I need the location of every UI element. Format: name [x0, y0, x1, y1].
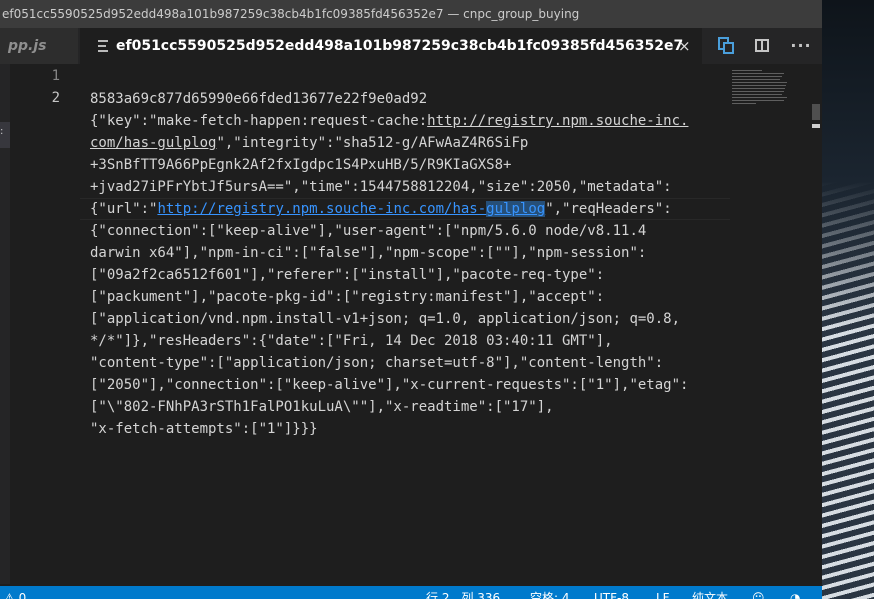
code-line: "content-type":["application/json; chars… — [90, 355, 664, 371]
scrollbar-cursor-marker — [812, 124, 820, 128]
minimap[interactable] — [732, 68, 802, 108]
tab-label: pp.js — [8, 38, 47, 54]
sidebar-more-icon: : — [0, 126, 4, 137]
code-link[interactable]: com/has-gulplog — [90, 135, 216, 151]
code-text: {"url":" — [90, 201, 158, 217]
indentation[interactable]: 空格: 4 — [530, 586, 570, 599]
bell-icon[interactable]: ◔ — [790, 586, 800, 599]
cursor-position[interactable]: 行 2，列 336 — [426, 586, 500, 599]
status-bar: ⚠ 0 行 2，列 336 空格: 4 UTF-8 LF 纯文本 ☺ ◔ — [0, 586, 822, 599]
code-line: ["\"802-FNhPA3rSTh1FalPO1kuLuA\""],"x-re… — [90, 399, 554, 415]
line-number: 2 — [51, 90, 60, 106]
plain-text-file-icon — [98, 40, 108, 52]
open-changes-button[interactable] — [712, 28, 742, 64]
code-line: ["2050"],"connection":["keep-alive"],"x-… — [90, 377, 689, 393]
code-line: darwin x64"],"npm-in-ci":["false"],"npm-… — [90, 245, 647, 261]
desktop-background — [822, 0, 874, 599]
code-line: {"key":"make-fetch-happen:request-cache:… — [90, 110, 688, 132]
title-bar: ef051cc5590525d952edd498a101b987259c38cb… — [0, 0, 822, 28]
code-line: 8583a69c877d65990e66fded13677e22f9e0ad92 — [90, 91, 428, 107]
language-mode[interactable]: 纯文本 — [692, 586, 728, 599]
code-link-hover[interactable]: http://registry.npm.souche-inc.com/has- — [157, 201, 486, 217]
tab-cache-file[interactable]: ef051cc5590525d952edd498a101b987259c38cb… — [80, 28, 702, 64]
split-editor-button[interactable] — [748, 28, 778, 64]
split-editor-icon — [755, 39, 769, 52]
code-line: ["09a2f2ca6512f601"],"referer":["install… — [90, 267, 605, 283]
tab-label: ef051cc5590525d952edd498a101b987259c38cb… — [116, 38, 684, 54]
code-text: ","reqHeaders": — [545, 201, 672, 217]
vertical-scrollbar[interactable] — [810, 64, 822, 586]
code-line: +3SnBfTT9A66PpEgnk2Af2fxIgdpc1S4PxuHB/5/… — [90, 157, 512, 173]
code-link-selection[interactable]: gulplog — [486, 201, 546, 217]
tab-bar: pp.js ef051cc5590525d952edd498a101b98725… — [0, 28, 822, 64]
code-link[interactable]: http://registry.npm.souche-inc. — [427, 113, 688, 129]
editor-area[interactable]: 1 2 8583a69c877d65990e66fded13677e22f9e0… — [10, 64, 822, 586]
code-line: ["application/vnd.npm.install-v1+json; q… — [90, 311, 681, 327]
code-line: */*"]},"resHeaders":{"date":["Fri, 14 De… — [90, 333, 613, 349]
more-actions-button[interactable]: ··· — [786, 28, 816, 64]
open-changes-icon-overlay — [723, 42, 734, 54]
encoding[interactable]: UTF-8 — [594, 586, 629, 599]
close-tab-icon[interactable]: × — [678, 28, 691, 64]
editor-window: ef051cc5590525d952edd498a101b987259c38cb… — [0, 0, 822, 599]
line-number: 1 — [51, 68, 60, 84]
code-line: {"connection":["keep-alive"],"user-agent… — [90, 223, 647, 239]
code-line: com/has-gulplog","integrity":"sha512-g/A… — [90, 132, 528, 154]
desktop-background-shadow — [822, 0, 874, 330]
window-title: ef051cc5590525d952edd498a101b987259c38cb… — [2, 7, 580, 21]
problems-indicator[interactable]: ⚠ 0 — [4, 586, 26, 599]
code-line: {"url":"http://registry.npm.souche-inc.c… — [90, 198, 672, 220]
smiley-icon[interactable]: ☺ — [752, 586, 765, 599]
scrollbar-thumb[interactable] — [812, 104, 820, 120]
code-text: {"key":"make-fetch-happen:request-cache: — [90, 113, 428, 129]
end-of-line[interactable]: LF — [656, 586, 670, 599]
code-line: +jvad27iPFrYbtJf5ursA==","time":15447588… — [90, 179, 672, 195]
line-number-gutter: 1 2 — [10, 64, 70, 586]
code-text: ","integrity":"sha512-g/AFwAaZ4R6SiFp — [216, 135, 529, 151]
tab-app-js[interactable]: pp.js — [0, 28, 78, 64]
code-line: "x-fetch-attempts":["1"]}}} — [90, 421, 318, 437]
code-line: ["packument"],"pacote-pkg-id":["registry… — [90, 289, 605, 305]
